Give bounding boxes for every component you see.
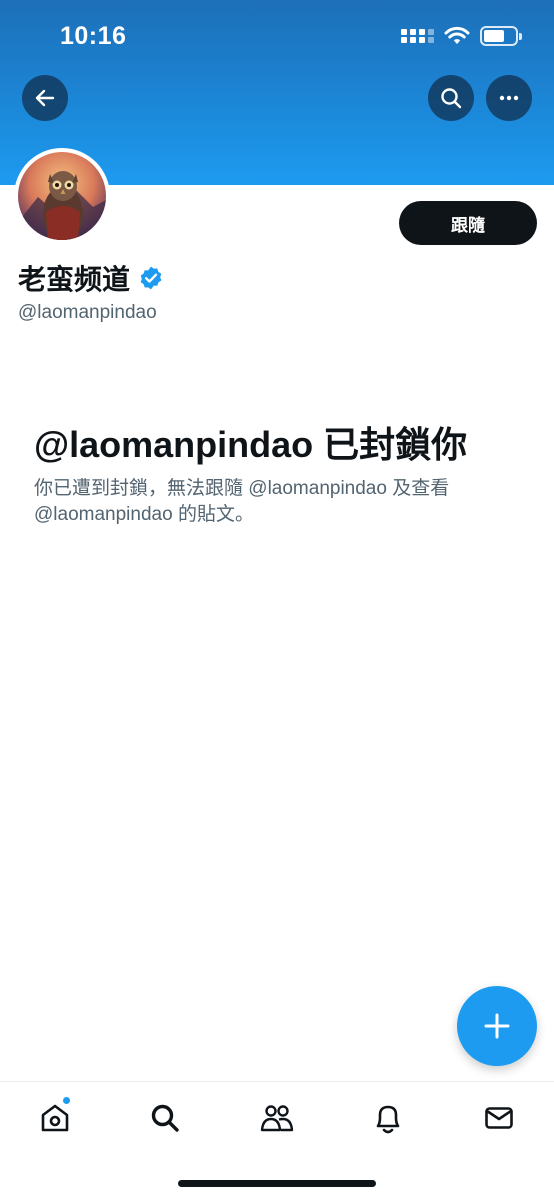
tab-home[interactable] (33, 1096, 77, 1140)
tab-notifications[interactable] (366, 1096, 410, 1140)
verified-badge-icon[interactable] (138, 265, 164, 291)
home-icon (41, 1104, 69, 1132)
home-notification-dot (62, 1096, 71, 1105)
compose-post-button[interactable] (457, 986, 537, 1066)
follow-button[interactable]: 跟隨 (399, 201, 537, 245)
cellular-signal-icon (401, 29, 434, 43)
tab-search[interactable] (143, 1096, 187, 1140)
tab-messages[interactable] (477, 1096, 521, 1140)
battery-icon (480, 26, 522, 46)
status-icons (401, 26, 522, 46)
status-time: 10:16 (60, 22, 127, 50)
avatar-image (18, 152, 106, 240)
wifi-icon (444, 26, 470, 44)
owl-warrior-avatar-icon (18, 171, 106, 240)
status-bar: 10:16 (0, 0, 554, 70)
header-search-button[interactable] (428, 75, 474, 121)
search-icon (441, 88, 462, 109)
blocked-title: @laomanpindao 已封鎖你 (34, 424, 468, 465)
messages-icon (485, 1107, 513, 1129)
avatar[interactable] (14, 148, 110, 244)
search-icon (151, 1104, 179, 1132)
home-indicator (178, 1180, 376, 1187)
notifications-icon (376, 1105, 400, 1134)
profile-handle: @laomanpindao (18, 302, 157, 323)
more-options-button[interactable] (486, 75, 532, 121)
back-button[interactable] (22, 75, 68, 121)
display-name: 老蛮频道 (18, 264, 131, 295)
plus-icon (484, 1013, 510, 1039)
blocked-description: 你已遭到封鎖，無法跟隨 @laomanpindao 及查看 @laomanpin… (34, 478, 450, 525)
tab-communities[interactable] (255, 1096, 299, 1140)
arrow-left-icon (35, 89, 55, 107)
more-horizontal-icon (499, 95, 519, 101)
display-name-row: 老蛮频道 (18, 258, 164, 298)
communities-icon (260, 1105, 294, 1132)
